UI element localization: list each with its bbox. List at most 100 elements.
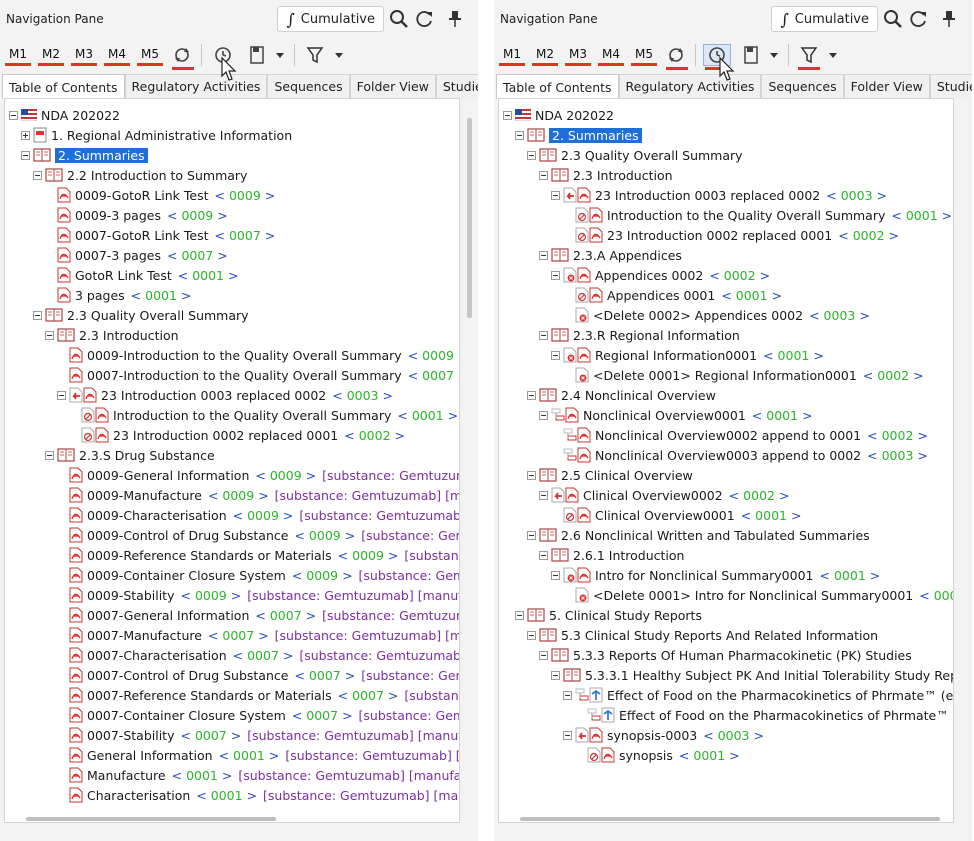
tree-row[interactable]: 0009-Introduction to the Quality Overall… xyxy=(57,345,459,365)
tab-table-of-contents[interactable]: Table of Contents xyxy=(2,74,125,99)
cumulative-button[interactable]: ∫ Cumulative xyxy=(277,6,384,32)
tree-row[interactable]: 2. Summaries xyxy=(515,125,642,145)
sync-icon[interactable] xyxy=(170,44,194,66)
tree-row[interactable]: Regional Information0001 < 0001 > xyxy=(551,345,824,365)
tree-row[interactable]: 2.5 Clinical Overview xyxy=(527,465,693,485)
tree-row[interactable]: 23 Introduction 0003 replaced 0002 < 0003… xyxy=(57,385,393,405)
m5-button[interactable]: M5 xyxy=(137,44,163,66)
tree-row[interactable]: 5.3 Clinical Study Reports And Related I… xyxy=(527,625,878,645)
tab-regulatory-activities[interactable]: Regulatory Activities xyxy=(124,74,268,98)
tree-row[interactable]: 0007-Container Closure System < 0007 > [su… xyxy=(57,705,459,725)
collapse-icon[interactable] xyxy=(527,150,536,160)
collapse-icon[interactable] xyxy=(45,330,54,340)
filter-icon[interactable] xyxy=(796,44,822,66)
tree-row[interactable]: 0009-Stability < 0009 > [substance: Gemtuz… xyxy=(57,585,459,605)
tree-row[interactable]: Nonclinical Overview0001 < 0001 > xyxy=(539,405,813,425)
collapse-icon[interactable] xyxy=(551,190,560,200)
tree-row[interactable]: 0007-Stability < 0007 > [substance: Gemtuz… xyxy=(57,725,459,745)
tree-row[interactable]: NDA 202022 xyxy=(503,105,614,125)
tree-row[interactable]: Appendices 0002 < 0002 > xyxy=(551,265,770,285)
tree-row[interactable]: <Delete 0002> Appendices 0002 < 0003 > xyxy=(563,305,870,325)
tree-row[interactable]: 23 Introduction 0002 replaced 0001 < 0002… xyxy=(563,225,899,245)
sync-icon[interactable] xyxy=(664,44,688,66)
collapse-icon[interactable] xyxy=(563,730,572,740)
tree-row[interactable]: 0007-Characterisation < 0007 > [substance:… xyxy=(57,645,459,665)
collapse-icon[interactable] xyxy=(515,610,524,620)
collapse-icon[interactable] xyxy=(563,690,572,700)
cumulative-button[interactable]: ∫ Cumulative xyxy=(771,6,878,32)
tree-row[interactable]: 0007-Introduction to the Quality Overall… xyxy=(57,365,459,385)
tree-row[interactable]: 0009-Reference Standards or Materials < 0… xyxy=(57,545,459,565)
tab-regulatory-activities[interactable]: Regulatory Activities xyxy=(618,74,762,98)
tree-row[interactable]: 2.4 Nonclinical Overview xyxy=(527,385,716,405)
tree-row[interactable]: Introduction to the Quality Overall Summ… xyxy=(563,205,953,225)
tree-row[interactable]: 2.6 Nonclinical Written and Tabulated Su… xyxy=(527,525,870,545)
collapse-icon[interactable] xyxy=(9,110,18,120)
collapse-icon[interactable] xyxy=(527,470,536,480)
tree-row[interactable]: Appendices 0001 < 0001 > xyxy=(563,285,782,305)
collapse-icon[interactable] xyxy=(551,670,560,680)
tree-row[interactable]: 2.3.R Regional Information xyxy=(539,325,740,345)
tree-row[interactable]: synopsis < 0001 > xyxy=(575,745,740,765)
m1-button[interactable]: M1 xyxy=(499,44,525,66)
tree-row[interactable]: 2.2 Introduction to Summary xyxy=(33,165,247,185)
tree-row[interactable]: Nonclinical Overview0003 append to 0002 <… xyxy=(551,445,928,465)
m3-button[interactable]: M3 xyxy=(565,44,591,66)
tree-row[interactable]: Clinical Overview0001 < 0001 > xyxy=(551,505,801,525)
m3-button[interactable]: M3 xyxy=(71,44,97,66)
tree-row[interactable]: 23 Introduction 0002 replaced 0001 < 0002… xyxy=(69,425,405,445)
tree-row[interactable]: 0007-3 pages < 0007 > xyxy=(45,245,228,265)
tree-row[interactable]: 0009-Characterisation < 0009 > [substance:… xyxy=(57,505,459,525)
tree-row[interactable]: 2. Summaries xyxy=(21,145,148,165)
tree-row[interactable]: 0009-Manufacture < 0009 > [substance: Gemt… xyxy=(57,485,459,505)
tab-folder-view[interactable]: Folder View xyxy=(349,74,436,98)
collapse-icon[interactable] xyxy=(539,650,548,660)
m4-button[interactable]: M4 xyxy=(104,44,130,66)
search-icon[interactable] xyxy=(882,8,904,30)
tab-sequences[interactable]: Sequences xyxy=(761,74,844,98)
tab-studies[interactable]: Studies xyxy=(435,74,478,98)
tree-row[interactable]: 2.3 Quality Overall Summary xyxy=(33,305,249,325)
tree-row[interactable]: 5. Clinical Study Reports xyxy=(515,605,702,625)
expand-icon[interactable] xyxy=(21,130,30,140)
m2-button[interactable]: M2 xyxy=(532,44,558,66)
tab-folder-view[interactable]: Folder View xyxy=(843,74,930,98)
collapse-icon[interactable] xyxy=(551,570,560,580)
tree-row[interactable]: 0007-Manufacture < 0007 > [substance: Gemt… xyxy=(57,625,459,645)
tab-studies[interactable]: Studies xyxy=(929,74,972,98)
tree-row[interactable]: 0007-Reference Standards or Materials < 0… xyxy=(57,685,459,705)
collapse-icon[interactable] xyxy=(21,150,30,160)
tree-row[interactable]: 2.6.1 Introduction xyxy=(539,545,684,565)
bookmark-icon[interactable] xyxy=(739,44,763,66)
tree-row[interactable]: <Delete 0001> Intro for Nonclinical Summ… xyxy=(563,585,953,605)
tree-row[interactable]: Manufacture < 0001 > [substance: Gemtuzuma… xyxy=(57,765,459,785)
tree-row[interactable]: GotoR Link Test < 0001 > xyxy=(45,265,238,285)
collapse-icon[interactable] xyxy=(539,410,548,420)
tab-table-of-contents[interactable]: Table of Contents xyxy=(496,74,619,99)
m4-button[interactable]: M4 xyxy=(598,44,624,66)
refresh-icon[interactable] xyxy=(414,8,436,30)
tree-row[interactable]: 0009-3 pages < 0009 > xyxy=(45,205,228,225)
tree-row[interactable]: 5.3.3 Reports Of Human Pharmacokinetic (… xyxy=(539,645,912,665)
collapse-icon[interactable] xyxy=(527,630,536,640)
m5-button[interactable]: M5 xyxy=(631,44,657,66)
horizontal-scrollbar[interactable] xyxy=(26,817,276,821)
collapse-icon[interactable] xyxy=(57,390,66,400)
tree-row[interactable]: Nonclinical Overview0002 append to 0001 <… xyxy=(551,425,928,445)
collapse-icon[interactable] xyxy=(551,350,560,360)
collapse-icon[interactable] xyxy=(539,170,548,180)
collapse-icon[interactable] xyxy=(527,530,536,540)
collapse-icon[interactable] xyxy=(539,330,548,340)
collapse-icon[interactable] xyxy=(551,270,560,280)
tree-row[interactable]: 0009-Container Closure System < 0009 > [su… xyxy=(57,565,459,585)
chevron-down-icon[interactable] xyxy=(766,44,782,66)
collapse-icon[interactable] xyxy=(539,550,548,560)
bookmark-icon[interactable] xyxy=(245,44,269,66)
tree-row[interactable]: 0009-General Information < 0009 > [substan… xyxy=(57,465,459,485)
tree-row[interactable]: General Information < 0001 > [substance: G… xyxy=(57,745,459,765)
tree-row[interactable]: 2.3.S Drug Substance xyxy=(45,445,215,465)
m2-button[interactable]: M2 xyxy=(38,44,64,66)
collapse-icon[interactable] xyxy=(33,310,42,320)
tree-row[interactable]: Intro for Nonclinical Summary0001 < 0001 … xyxy=(551,565,880,585)
collapse-icon[interactable] xyxy=(45,450,54,460)
